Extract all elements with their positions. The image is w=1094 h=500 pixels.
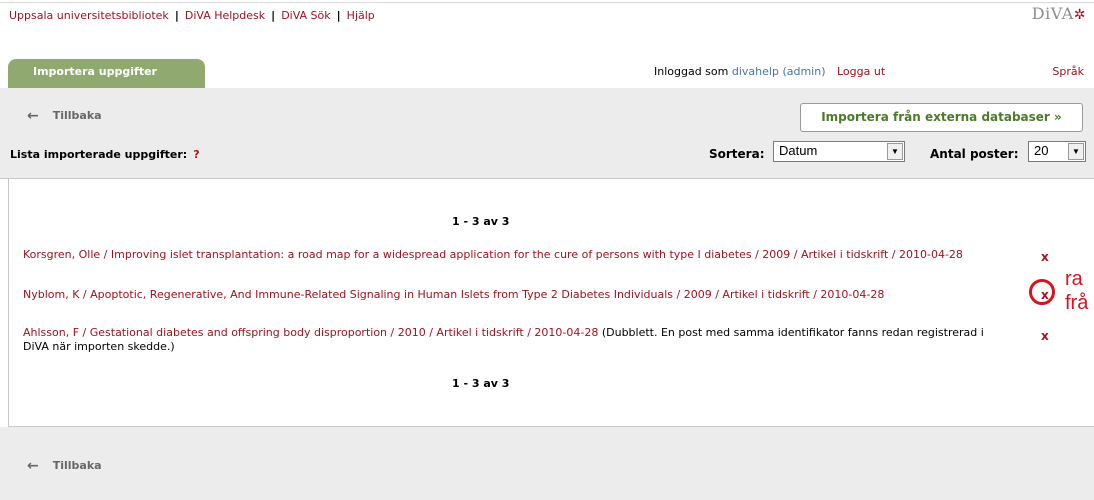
back-link-bottom[interactable]: ← Tillbaka	[27, 458, 102, 474]
pager-bottom: 1 - 3 av 3	[452, 377, 510, 390]
top-border	[0, 2, 1094, 3]
list-label-text: Lista importerade uppgifter:	[10, 148, 188, 161]
diva-logo: DiVA✲	[1032, 4, 1086, 23]
list-item: Ahlsson, F / Gestational diabetes and of…	[23, 326, 993, 354]
help-icon[interactable]: ?	[193, 148, 199, 161]
pager-top: 1 - 3 av 3	[452, 215, 510, 228]
chevron-down-icon[interactable]: ▼	[887, 143, 903, 160]
login-status: Inloggad som divahelp (admin) Logga ut	[654, 65, 885, 78]
back-arrow-icon: ←	[27, 108, 39, 124]
sort-label: Sortera:	[709, 147, 765, 161]
record-link[interactable]: Nyblom, K / Apoptotic, Regenerative, And…	[23, 288, 884, 301]
count-label: Antal poster:	[930, 147, 1019, 161]
link-diva-search[interactable]: DiVA Sök	[281, 9, 330, 22]
login-user: divahelp (admin)	[731, 65, 826, 78]
list-item: Korsgren, Olle / Improving islet transpl…	[23, 248, 993, 262]
tab-label: Importera uppgifter	[33, 65, 157, 78]
annotation-circle	[1029, 279, 1055, 305]
tab-import-records[interactable]: Importera uppgifter	[8, 59, 205, 88]
login-prefix: Inloggad som	[654, 65, 729, 78]
record-link[interactable]: Ahlsson, F / Gestational diabetes and of…	[23, 326, 598, 339]
back-label: Tillbaka	[52, 459, 102, 472]
list-imported-label: Lista importerade uppgifter:?	[10, 148, 200, 161]
back-label: Tillbaka	[52, 109, 102, 122]
list-item: Nyblom, K / Apoptotic, Regenerative, And…	[23, 288, 993, 302]
logo-text: DiVA	[1031, 4, 1074, 23]
link-help[interactable]: Hjälp	[347, 9, 375, 22]
annotation-line-2: frå	[1065, 292, 1089, 314]
link-diva-helpdesk[interactable]: DiVA Helpdesk	[185, 9, 265, 22]
import-external-button[interactable]: Importera från externa databaser »	[800, 103, 1083, 132]
count-value: 20	[1034, 143, 1049, 158]
delete-record-button[interactable]: x	[1041, 250, 1049, 264]
record-link[interactable]: Korsgren, Olle / Improving islet transpl…	[23, 248, 963, 261]
back-link-top[interactable]: ← Tillbaka	[27, 108, 102, 124]
language-link[interactable]: Språk	[1052, 65, 1084, 78]
logo-star-icon: ✲	[1073, 7, 1086, 23]
results-list: 1 - 3 av 3 Korsgren, Olle / Improving is…	[8, 178, 1094, 427]
annotation-text: ra frå	[1065, 267, 1088, 315]
link-uppsala-library[interactable]: Uppsala universitetsbibliotek	[9, 9, 169, 22]
toolbar-panel: ← Tillbaka Importera från externa databas…	[0, 88, 1094, 179]
logout-link[interactable]: Logga ut	[837, 65, 885, 78]
chevron-down-icon[interactable]: ▼	[1068, 143, 1084, 160]
footer-panel: ← Tillbaka	[0, 427, 1094, 500]
delete-record-button[interactable]: x	[1041, 329, 1049, 343]
sort-value: Datum	[779, 143, 818, 158]
top-link-bar: Uppsala universitetsbibliotek | DiVA Helpd…	[9, 9, 375, 22]
sort-select[interactable]: Datum ▼	[773, 141, 905, 162]
back-arrow-icon: ←	[27, 458, 39, 474]
count-select[interactable]: 20 ▼	[1028, 141, 1086, 162]
annotation-line-1: ra	[1065, 268, 1083, 290]
